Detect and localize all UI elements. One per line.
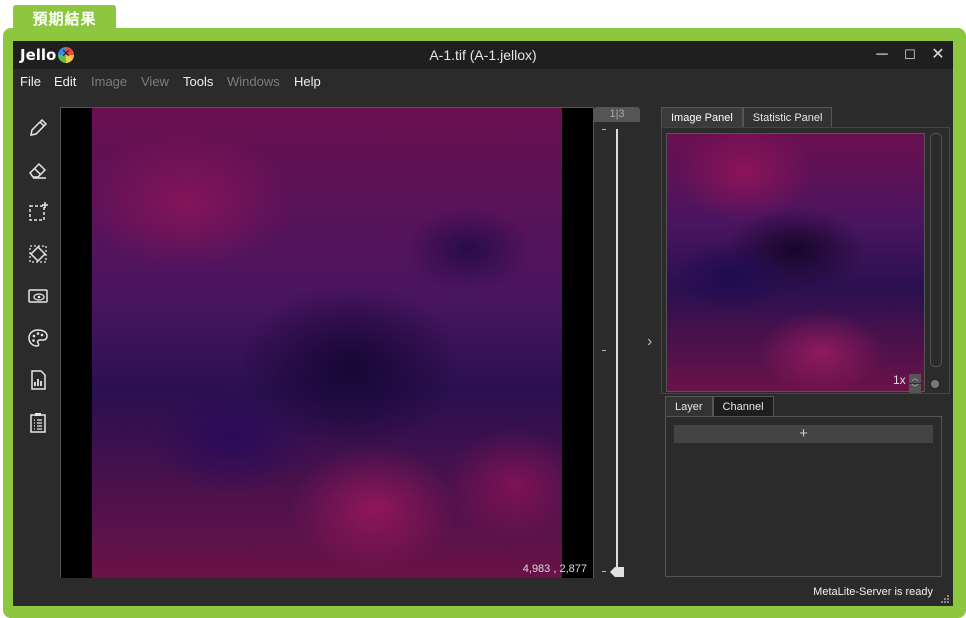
palette-icon[interactable] [27,327,49,349]
select-transform-icon[interactable] [27,243,49,265]
select-add-icon[interactable] [27,201,49,223]
status-text: MetaLite-Server is ready [813,586,933,598]
zoom-level: 1x [893,373,906,387]
title-bar: Jello A-1.tif (A-1.jellox) ─ ☐ ✕ [13,41,953,69]
slider-handle[interactable] [610,567,624,577]
maximize-button[interactable]: ☐ [897,43,923,67]
collapse-panel-chevron-icon[interactable]: › [647,333,652,351]
close-button[interactable]: ✕ [925,43,951,67]
zoom-down-icon[interactable]: ﹀ [909,384,921,393]
menu-image[interactable]: Image [91,74,127,89]
vertical-scrollbar[interactable] [930,133,942,367]
channel-list: + [665,416,942,577]
menu-view[interactable]: View [141,74,169,89]
slider-track[interactable] [616,129,618,571]
tab-statistic-panel[interactable]: Statistic Panel [742,107,833,128]
tab-channel[interactable]: Channel [712,396,774,417]
thumbnail-image[interactable] [666,133,925,392]
menu-edit[interactable]: Edit [54,74,76,89]
window-title: A-1.tif (A-1.jellox) [429,47,537,63]
resize-grip-icon[interactable] [941,595,949,603]
minimize-button[interactable]: ─ [869,43,895,67]
right-panel: Image Panel Statistic Panel 1x ︿ ﹀ Layer… [661,107,950,578]
menu-windows[interactable]: Windows [227,74,280,89]
scroll-dot[interactable] [931,380,939,388]
report-chart-icon[interactable] [27,369,49,391]
eraser-icon[interactable] [27,159,49,181]
panel-tabs: Image Panel Statistic Panel [661,107,833,128]
menu-file[interactable]: File [20,74,41,89]
zoom-up-icon[interactable]: ︿ [909,374,921,383]
slider-tick-bottom [602,571,606,572]
image-viewer[interactable]: 4,983 , 2,877 [60,107,594,580]
status-bar: MetaLite-Server is ready [13,578,953,606]
add-channel-button[interactable]: + [674,425,933,443]
tab-layer[interactable]: Layer [665,396,713,417]
pencil-icon[interactable] [27,117,49,139]
menu-help[interactable]: Help [294,74,321,89]
eye-view-icon[interactable] [27,285,49,307]
tab-image-panel[interactable]: Image Panel [661,107,743,128]
slice-slider[interactable]: 1|3 [593,107,643,578]
menu-bar: File Edit Image View Tools Windows Help [13,69,953,95]
tissue-image[interactable] [92,108,562,579]
layer-channel-tabs: Layer Channel [665,396,774,417]
slider-tick-middle [602,350,606,351]
app-window: Jello A-1.tif (A-1.jellox) ─ ☐ ✕ File Ed… [13,41,953,606]
left-toolbar [13,95,61,578]
clipboard-list-icon[interactable] [27,411,49,433]
cursor-coordinates: 4,983 , 2,877 [522,563,587,575]
menu-tools[interactable]: Tools [183,74,213,89]
slider-tick-top [602,129,606,130]
slice-indicator: 1|3 [594,107,640,122]
